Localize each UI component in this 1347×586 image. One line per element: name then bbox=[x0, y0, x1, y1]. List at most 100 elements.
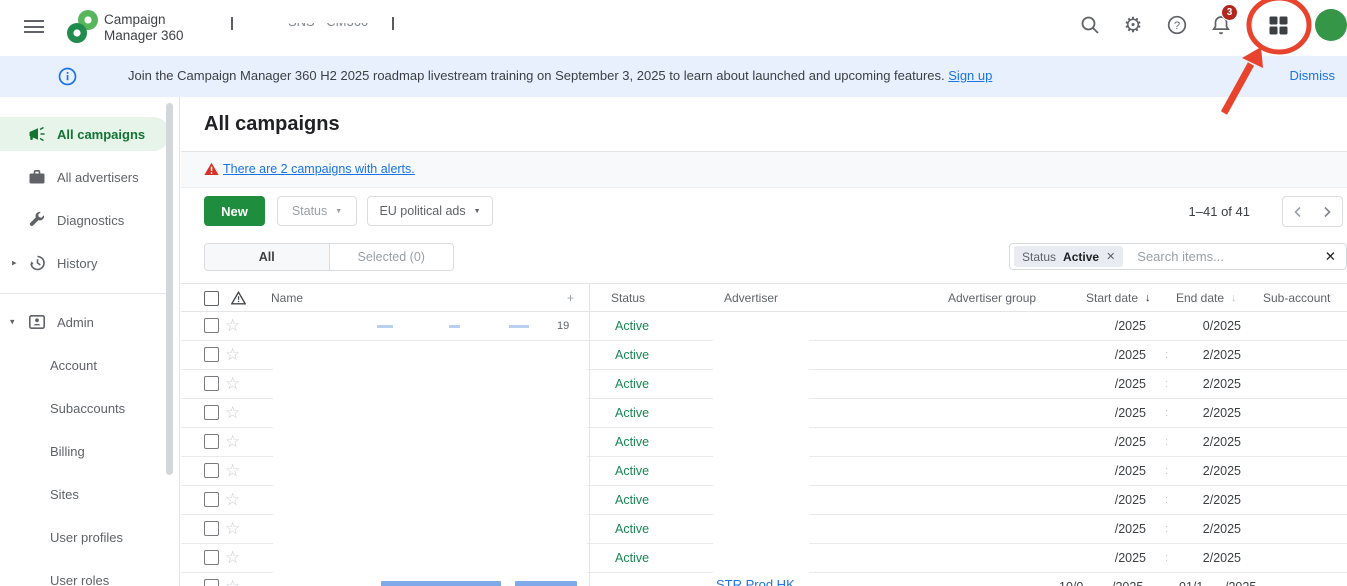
clipped-name-link bbox=[515, 581, 577, 586]
settings-gear-icon[interactable]: ⚙ bbox=[1121, 13, 1145, 37]
sidebar-item-all-campaigns[interactable]: All campaigns bbox=[0, 117, 170, 151]
star-icon[interactable]: ☆ bbox=[225, 431, 240, 453]
apps-grid-icon[interactable] bbox=[1266, 13, 1290, 37]
column-header-end-date[interactable]: End date ↓ bbox=[1176, 284, 1237, 312]
info-icon bbox=[58, 67, 77, 86]
star-icon[interactable]: ☆ bbox=[225, 489, 240, 511]
topbar-separator bbox=[1252, 14, 1253, 40]
row-checkbox[interactable] bbox=[204, 550, 219, 565]
sidebar-item-label: Billing bbox=[50, 444, 85, 459]
previous-page-button[interactable] bbox=[1282, 196, 1313, 227]
status-dropdown[interactable]: Status▼ bbox=[277, 196, 357, 226]
cm360-logo-icon bbox=[64, 8, 102, 46]
next-page-button[interactable] bbox=[1312, 196, 1343, 227]
name-remnant: 19 bbox=[557, 320, 569, 332]
new-button[interactable]: New bbox=[204, 196, 265, 226]
start-date-text: /2025 bbox=[1086, 493, 1146, 507]
redacted-name-cell bbox=[273, 457, 587, 486]
star-icon[interactable]: ☆ bbox=[225, 518, 240, 540]
star-icon[interactable]: ☆ bbox=[225, 373, 240, 395]
row-checkbox[interactable] bbox=[204, 405, 219, 420]
sidebar-item-all-advertisers[interactable]: All advertisers bbox=[0, 160, 170, 194]
hamburger-menu-icon[interactable] bbox=[24, 20, 44, 35]
sidebar-item-label: All campaigns bbox=[57, 127, 145, 142]
column-header-name[interactable]: Name bbox=[271, 284, 303, 312]
sidebar-item-label: History bbox=[57, 256, 97, 271]
tab-selected[interactable]: Selected (0) bbox=[330, 244, 454, 270]
name-sort-icon[interactable]: + bbox=[567, 284, 574, 312]
sidebar-item-account[interactable]: Account bbox=[0, 348, 170, 382]
sidebar-item-label: Account bbox=[50, 358, 97, 373]
start-date-text: /2025 bbox=[1086, 377, 1146, 391]
signup-link[interactable]: Sign up bbox=[948, 68, 992, 83]
clipped-name-link bbox=[381, 581, 501, 586]
table-row: ☆ Active /2025 : 2/2025 bbox=[181, 341, 1347, 370]
select-all-checkbox[interactable] bbox=[204, 291, 219, 306]
table-row: ☆ Active /2025 : 2/2025 bbox=[181, 544, 1347, 573]
sidebar-item-admin[interactable]: ▾ Admin bbox=[0, 305, 170, 339]
sidebar-item-history[interactable]: ▸ History bbox=[0, 246, 170, 280]
table-row: ☆ Active /2025 : 2/2025 bbox=[181, 428, 1347, 457]
redacted-name-cell bbox=[273, 399, 587, 428]
collapse-caret-icon[interactable]: ▾ bbox=[10, 317, 15, 328]
status-text: Active bbox=[615, 464, 649, 478]
table-row: ☆ Active /2025 : 2/2025 bbox=[181, 370, 1347, 399]
campaign-alerts-link[interactable]: There are 2 campaigns with alerts. bbox=[223, 162, 415, 176]
table-row: ☆ Active /2025 : 2/2025 bbox=[181, 515, 1347, 544]
star-icon[interactable]: ☆ bbox=[225, 315, 240, 337]
start-date-fragment: 10/0 bbox=[1059, 580, 1083, 586]
sidebar-scrollbar[interactable] bbox=[166, 103, 173, 475]
row-checkbox[interactable] bbox=[204, 521, 219, 536]
row-checkbox[interactable] bbox=[204, 347, 219, 362]
clear-search-icon[interactable]: ✕ bbox=[1325, 249, 1336, 265]
sidebar-item-billing[interactable]: Billing bbox=[0, 434, 170, 468]
row-checkbox[interactable] bbox=[204, 492, 219, 507]
status-text: Active bbox=[615, 493, 649, 507]
user-avatar[interactable] bbox=[1315, 9, 1347, 41]
sidebar-item-user-profiles[interactable]: User profiles bbox=[0, 520, 170, 554]
help-icon[interactable]: ? bbox=[1165, 13, 1189, 37]
star-icon[interactable]: ☆ bbox=[225, 460, 240, 482]
sidebar-item-sites[interactable]: Sites bbox=[0, 477, 170, 511]
diagnostics-wrench-icon bbox=[27, 210, 47, 230]
row-checkbox[interactable] bbox=[204, 318, 219, 333]
chip-remove-icon[interactable]: ✕ bbox=[1106, 250, 1115, 263]
topbar: Campaign Manager 360 SNS - CM360 ⚙ ? 3 bbox=[0, 0, 1347, 56]
star-icon[interactable]: ☆ bbox=[225, 344, 240, 366]
sidebar-item-subaccounts[interactable]: Subaccounts bbox=[0, 391, 170, 425]
search-icon[interactable] bbox=[1078, 13, 1102, 37]
date-separator-remnant: : bbox=[1165, 552, 1168, 564]
column-header-advertiser-group[interactable]: Advertiser group bbox=[948, 284, 1036, 312]
eu-political-ads-dropdown[interactable]: EU political ads▼ bbox=[367, 196, 493, 226]
start-date-text: /2025 bbox=[1086, 522, 1146, 536]
column-header-advertiser[interactable]: Advertiser bbox=[724, 284, 778, 312]
sort-icon: ↓ bbox=[1231, 292, 1237, 304]
sidebar-item-label: Diagnostics bbox=[57, 213, 124, 228]
row-checkbox[interactable] bbox=[204, 434, 219, 449]
column-header-start-date[interactable]: Start date ↓ bbox=[1086, 284, 1151, 312]
campaigns-megaphone-icon bbox=[27, 124, 47, 144]
status-filter-chip[interactable]: Status Active ✕ bbox=[1014, 246, 1123, 267]
row-checkbox[interactable] bbox=[204, 579, 219, 586]
sidebar-item-user-roles[interactable]: User roles bbox=[0, 563, 170, 586]
redacted-advertiser-cell bbox=[713, 486, 809, 515]
sidebar-item-diagnostics[interactable]: Diagnostics bbox=[0, 203, 170, 237]
sidebar-item-label: Admin bbox=[57, 315, 94, 330]
redacted-advertiser-cell bbox=[713, 341, 809, 370]
row-checkbox[interactable] bbox=[204, 376, 219, 391]
tab-all[interactable]: All bbox=[205, 244, 330, 270]
star-icon[interactable]: ☆ bbox=[225, 402, 240, 424]
column-header-sub-account[interactable]: Sub-account bbox=[1263, 284, 1330, 312]
column-header-status[interactable]: Status bbox=[611, 284, 645, 312]
search-input[interactable] bbox=[1137, 249, 1324, 264]
redacted-name-cell bbox=[273, 486, 587, 515]
advertiser-link-fragment[interactable]: STR Prod HK bbox=[716, 577, 795, 586]
star-icon[interactable]: ☆ bbox=[225, 547, 240, 569]
sidebar: All campaigns All advertisers Diagnostic… bbox=[0, 97, 180, 586]
sidebar-item-label: User profiles bbox=[50, 530, 123, 545]
dismiss-button[interactable]: Dismiss bbox=[1290, 68, 1336, 83]
row-checkbox[interactable] bbox=[204, 463, 219, 478]
expand-caret-icon[interactable]: ▸ bbox=[12, 258, 17, 269]
star-icon[interactable]: ☆ bbox=[225, 576, 240, 586]
status-text: Active bbox=[615, 319, 649, 333]
